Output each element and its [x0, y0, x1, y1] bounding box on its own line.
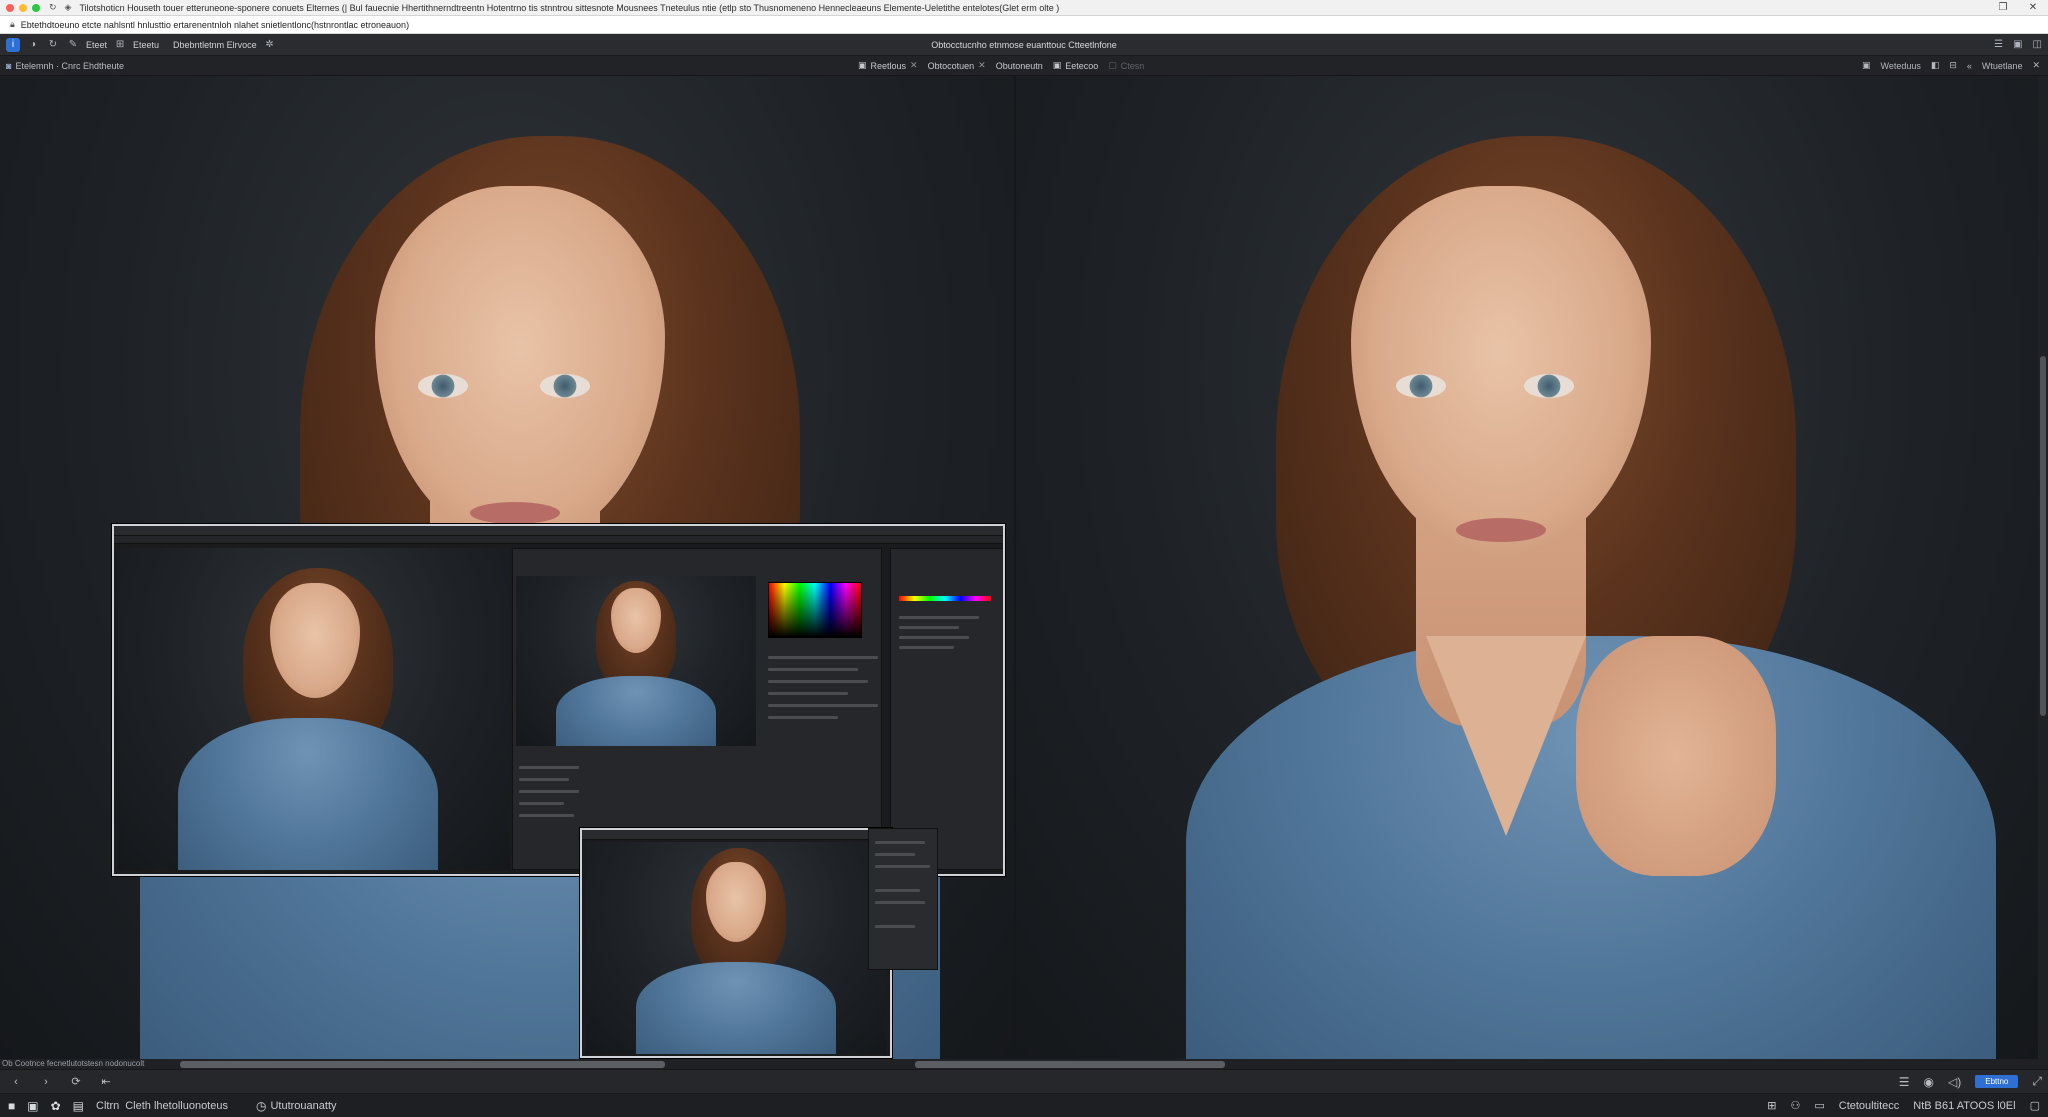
- view2-label[interactable]: Wtuetlane: [1982, 61, 2023, 71]
- menu-item-1[interactable]: Eteetu: [133, 40, 159, 50]
- maximize-window-button[interactable]: [32, 3, 40, 12]
- primary-action-button[interactable]: Ebttno: [1975, 1075, 2019, 1088]
- tab-label: Obtocotuen: [927, 60, 975, 71]
- menu-lines-icon[interactable]: ☰: [1994, 39, 2003, 50]
- menu-item-0[interactable]: Eteet: [86, 40, 107, 50]
- restore-icon[interactable]: ❐: [1994, 2, 2012, 13]
- minimize-window-button[interactable]: [19, 3, 27, 12]
- app-logo-icon[interactable]: i: [6, 37, 20, 52]
- volume-icon[interactable]: ◁): [1948, 1075, 1961, 1089]
- close-icon[interactable]: ✕: [910, 60, 918, 71]
- monitor-icon[interactable]: ▭: [1814, 1099, 1824, 1112]
- split-icon[interactable]: ◧: [1931, 60, 1940, 71]
- status-right-label: Ctetoultitecc: [1838, 1099, 1900, 1112]
- tab-label: Ctesn: [1120, 60, 1145, 71]
- list-icon[interactable]: ☰: [1899, 1075, 1910, 1089]
- hue-slider[interactable]: [899, 596, 991, 601]
- tab-4[interactable]: ▢ Ctesn: [1108, 60, 1144, 71]
- nested-screenshot-window: [112, 524, 1005, 876]
- palette-icon[interactable]: ✿: [51, 1099, 61, 1113]
- window-mode-icon[interactable]: ▢: [2030, 1099, 2040, 1112]
- window-titlebar: ↻ ◈ Tilotshoticn Houseth touer etteruneo…: [0, 0, 2048, 16]
- vertical-scrollbar[interactable]: [2038, 76, 2048, 1059]
- settings-icon[interactable]: ✲: [263, 38, 277, 52]
- expand-icon[interactable]: «: [1967, 61, 1972, 71]
- document-tabbar: ◙ Etelemnh · Cnrc Ehdtheute ▣ Reetlous ✕ O…: [0, 56, 2048, 76]
- color-picker[interactable]: [768, 582, 862, 638]
- lock-icon: 🔒︎: [10, 19, 15, 29]
- image-canvas[interactable]: [0, 76, 2048, 1059]
- skip-icon[interactable]: ⇤: [96, 1075, 116, 1088]
- tab-label: Obutoneutn: [995, 60, 1043, 71]
- folder-icon[interactable]: ▤: [73, 1099, 84, 1113]
- tab-label: Eetecoo: [1065, 60, 1099, 71]
- brush-icon[interactable]: ✎: [66, 38, 80, 52]
- gallery-icon[interactable]: ⊟: [1949, 60, 1957, 71]
- network-icon[interactable]: ⚇: [1790, 1099, 1800, 1112]
- view-icon[interactable]: ▣: [1862, 60, 1871, 71]
- workspace-label: Etelemnh · Cnrc Ehdtheute: [15, 60, 124, 71]
- clock-icon: ◷: [255, 1098, 267, 1113]
- address-bar[interactable]: 🔒︎ Ebtethdtoeuno etcte nahlsntl hnlustti…: [0, 16, 2048, 34]
- layers-icon[interactable]: ◑: [26, 38, 40, 52]
- image-icon: ▣: [1052, 60, 1062, 70]
- nested-side-panel: [868, 828, 938, 970]
- image-icon: ▣: [858, 60, 867, 70]
- refresh-icon[interactable]: ⟳: [66, 1075, 86, 1088]
- window-icon[interactable]: ◫: [2033, 39, 2042, 50]
- image-icon: ▢: [1108, 60, 1117, 70]
- tab-1[interactable]: Obtocotuen ✕: [928, 60, 986, 71]
- status-bar: ■ ▣ ✿ ▤ Cltrn Cleth lhetolluonoteus ◷ Ut…: [0, 1093, 2048, 1117]
- app-toolbar: i ◑ ↻ ✎ Eteet ⊞ Eteetu Dbebntletnm Elrvo…: [0, 34, 2048, 56]
- nested-photo-large: [118, 548, 510, 870]
- scroll-label: Ob Cootnce fecnetlutotstesn nodonucolt: [2, 1059, 145, 1068]
- status-item-0: Cltrn: [96, 1099, 120, 1112]
- sync-icon[interactable]: ↻: [46, 38, 60, 52]
- grid-icon[interactable]: ⊞: [113, 38, 127, 52]
- nested-screenshot-window-2: [580, 828, 892, 1058]
- status-item-1: Cleth lhetolluonoteus: [125, 1099, 228, 1112]
- close-icon[interactable]: ✕: [2024, 2, 2042, 13]
- menu-item-2[interactable]: Dbebntletnm Elrvoce: [173, 40, 257, 50]
- scroll-thumb-right[interactable]: [915, 1061, 1225, 1068]
- nested-photo-small: [586, 842, 886, 1054]
- stop-icon[interactable]: ■: [8, 1099, 15, 1113]
- url-text[interactable]: Ebtethdtoeuno etcte nahlsntl hnlusttio e…: [21, 20, 409, 30]
- view-tools: ▣ Weteduus ◧ ⊟ « Wtuetlane ✕: [1862, 60, 2040, 71]
- reload-icon[interactable]: ↻: [49, 2, 57, 13]
- tab-2[interactable]: Obutoneutn: [996, 61, 1043, 71]
- window-title: Tilotshoticn Houseth touer etteruneone-s…: [79, 2, 1060, 13]
- navigation-bar: ‹ › ⟳ ⇤ ☰ ◉ ◁) Ebttno ⤢: [0, 1069, 2048, 1093]
- horizontal-scrollbar[interactable]: Ob Cootnce fecnetlutotstesn nodonucolt: [0, 1059, 2048, 1069]
- screen-icon[interactable]: ▣: [27, 1099, 38, 1113]
- close-window-button[interactable]: [6, 3, 14, 12]
- tab-label: Reetlous: [870, 60, 907, 71]
- grid-view-icon[interactable]: ⊞: [1767, 1099, 1776, 1112]
- vertical-scroll-thumb[interactable]: [2040, 356, 2046, 716]
- scroll-thumb-left[interactable]: [180, 1061, 665, 1068]
- status-item-2: Ututrouanatty: [270, 1099, 337, 1112]
- back-icon[interactable]: ‹: [6, 1076, 26, 1088]
- fullscreen-icon[interactable]: ⤢: [2032, 1074, 2042, 1089]
- view-label[interactable]: Weteduus: [1880, 61, 1920, 71]
- tab-3[interactable]: ▣ Eetecoo: [1053, 60, 1099, 71]
- document-title: Obtocctucnho etnmose euanttouc Ctteetlnf…: [931, 39, 1117, 50]
- status-right-value: NtB B61 ATOOS l0El: [1913, 1099, 2016, 1112]
- nested-photo-medium: [516, 576, 756, 746]
- doc-icon: ◙: [6, 60, 12, 71]
- tab-0[interactable]: ▣ Reetlous ✕: [858, 60, 918, 71]
- favicon-icon: ◈: [64, 2, 72, 12]
- panel-icon[interactable]: ▣: [2013, 39, 2022, 50]
- photo-after: [1016, 76, 2038, 1059]
- close-icon[interactable]: ✕: [978, 60, 986, 71]
- tab-list: ▣ Reetlous ✕ Obtocotuen ✕ Obutoneutn ▣ Eetec…: [858, 60, 1144, 71]
- forward-icon[interactable]: ›: [36, 1076, 56, 1088]
- camera-icon[interactable]: ◉: [1924, 1075, 1934, 1089]
- close-panel-icon[interactable]: ✕: [2032, 60, 2040, 71]
